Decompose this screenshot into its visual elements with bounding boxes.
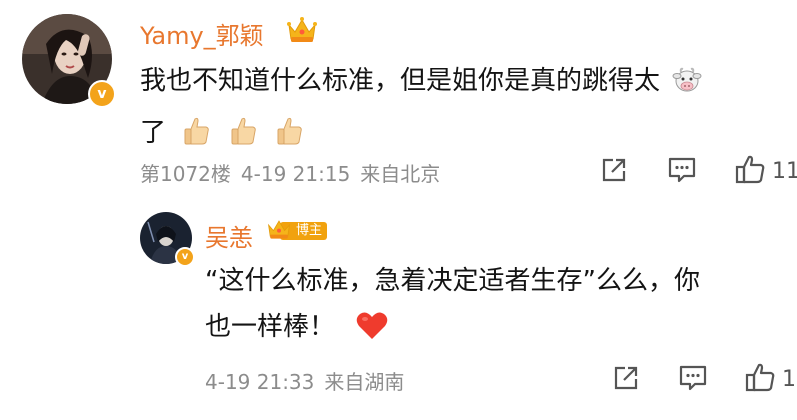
username[interactable]: 吴恙 xyxy=(205,218,253,253)
comment-thread: v Yamy_郭颖 我也不知道什么标准，但是姐你是真的跳得太 了 第1072楼 … xyxy=(0,0,797,420)
share-icon xyxy=(600,156,628,188)
share-button[interactable] xyxy=(600,156,628,188)
reply-button[interactable] xyxy=(667,156,697,188)
comment-line: 也一样棒！ xyxy=(205,304,700,356)
crown-icon xyxy=(286,15,318,49)
comment-icon xyxy=(667,156,697,188)
comment-line: 我也不知道什么标准，但是姐你是真的跳得太 xyxy=(140,58,702,110)
location: 来自湖南 xyxy=(324,370,405,394)
crown-icon xyxy=(266,217,292,245)
comment-text: 我也不知道什么标准，但是姐你是真的跳得太 了 xyxy=(140,58,702,162)
cow-emoji-icon xyxy=(672,64,702,110)
avatar[interactable]: v xyxy=(22,14,116,108)
floor-number: 第1072楼 xyxy=(140,162,231,186)
verified-badge: v xyxy=(88,80,116,108)
like-icon xyxy=(744,361,776,397)
avatar[interactable]: v xyxy=(140,212,195,267)
like-count: 1 xyxy=(782,366,796,392)
location: 来自北京 xyxy=(360,162,441,186)
like-count: 11 xyxy=(772,158,797,184)
comment-line: 了 xyxy=(140,110,702,162)
comment-meta: 4-19 21:33 来自湖南 xyxy=(205,366,414,395)
share-button[interactable] xyxy=(612,364,640,396)
comment-line: “这什么标准，急着决定适者生存”么么，你 xyxy=(205,266,700,296)
username[interactable]: Yamy_郭颖 xyxy=(140,16,264,51)
thumbs-up-emoji-icon xyxy=(229,115,259,162)
like-button[interactable]: 11 xyxy=(734,153,797,189)
host-badge: 博主 xyxy=(266,217,328,245)
thumbs-up-emoji-icon xyxy=(275,115,305,162)
like-button[interactable]: 1 xyxy=(744,361,796,397)
comment-meta: 第1072楼 4-19 21:15 来自北京 xyxy=(140,158,450,187)
reply-button[interactable] xyxy=(678,364,708,396)
like-icon xyxy=(734,153,766,189)
thumbs-up-emoji-icon xyxy=(182,115,212,162)
verified-badge: v xyxy=(175,247,195,267)
share-icon xyxy=(612,364,640,396)
comment-text: “这什么标准，急着决定适者生存”么么，你 也一样棒！ xyxy=(205,258,700,356)
timestamp: 4-19 21:33 xyxy=(205,370,315,394)
comment-icon xyxy=(678,364,708,396)
timestamp: 4-19 21:15 xyxy=(240,162,351,186)
heart-emoji-icon xyxy=(355,310,389,356)
